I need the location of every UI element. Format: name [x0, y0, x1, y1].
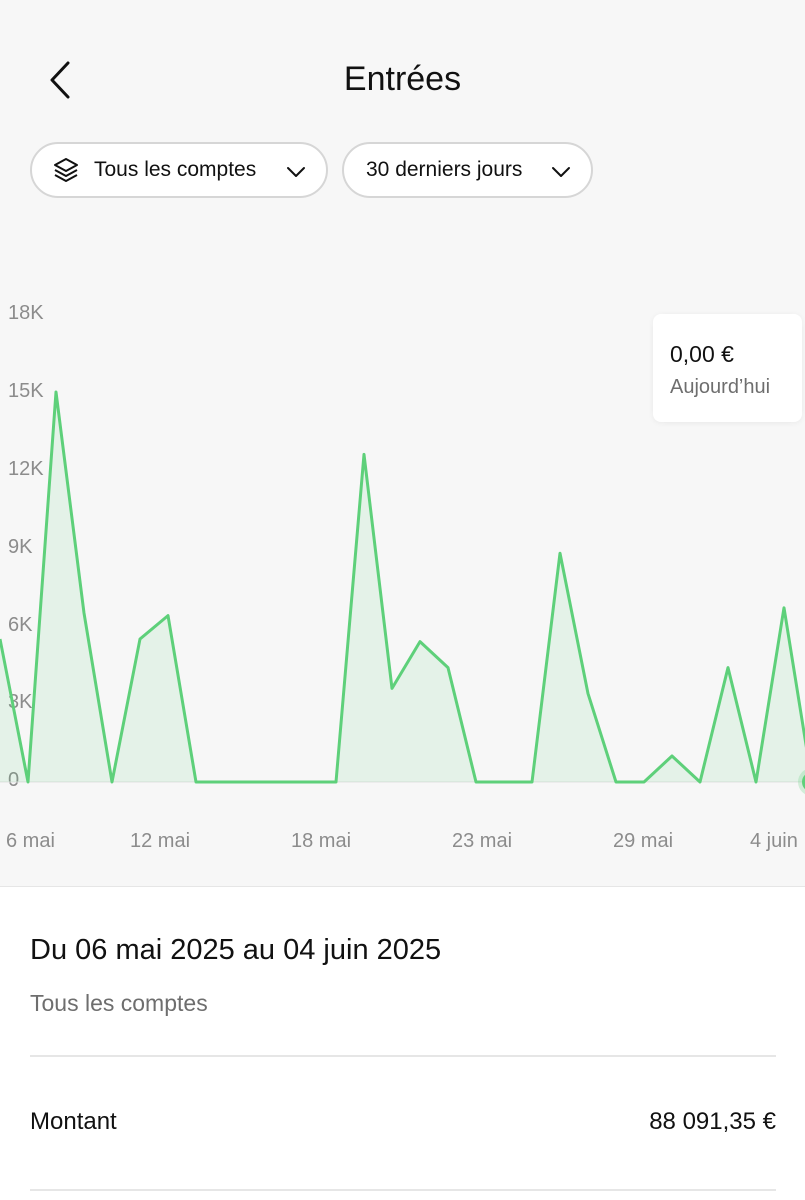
accounts-subtitle: Tous les comptes: [30, 990, 208, 1016]
tooltip-date: Aujourd’hui: [670, 376, 771, 398]
divider: [30, 1189, 776, 1191]
chart-area-fill: [0, 392, 805, 782]
x-tick-label: 12 mai: [130, 830, 191, 852]
x-tick-label: 23 mai: [452, 830, 513, 852]
chart-tooltip: 0,00 € Aujourd’hui: [653, 314, 802, 422]
date-range-title: Du 06 mai 2025 au 04 juin 2025: [30, 934, 442, 966]
x-tick-label: 18 mai: [291, 830, 352, 852]
tooltip-amount: 0,00 €: [670, 341, 734, 367]
divider: [30, 1055, 776, 1057]
x-tick-label: 4 juin: [750, 830, 798, 852]
amount-value: 88 091,35 €: [649, 1108, 776, 1135]
amount-label: Montant: [30, 1108, 117, 1135]
chart-panel: Entrées Tous les comptes 30 derniers jou…: [0, 0, 805, 887]
x-tick-label: 6 mai: [6, 830, 55, 852]
x-tick-label: 29 mai: [613, 830, 674, 852]
entries-chart[interactable]: [0, 0, 805, 886]
